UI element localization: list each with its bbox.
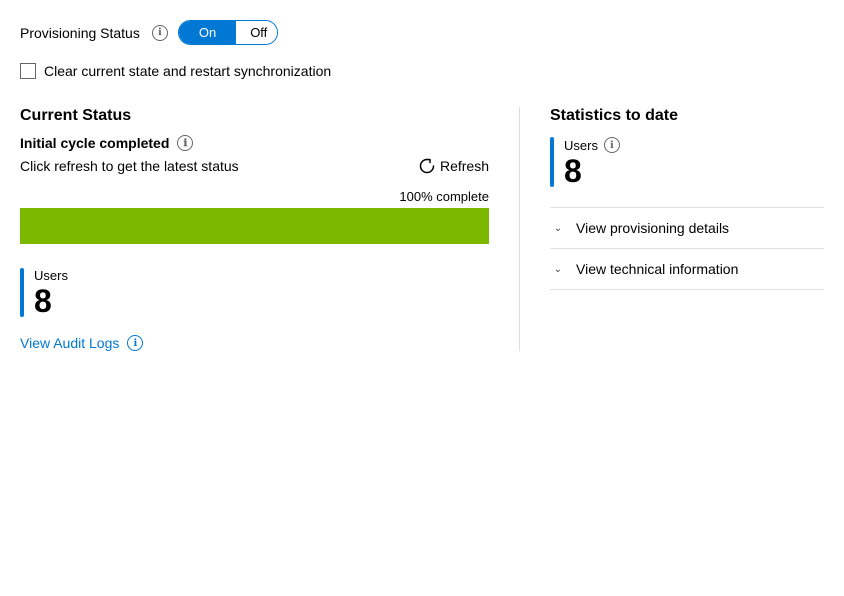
view-provisioning-details-row[interactable]: ⌄ View provisioning details [550, 207, 824, 248]
audit-logs-link[interactable]: View Audit Logs ℹ [20, 335, 489, 351]
toggle-off-option[interactable]: Off [236, 21, 278, 44]
right-column: Statistics to date Users ℹ 8 ⌄ View prov… [520, 107, 824, 351]
progress-label: 100% complete [20, 189, 489, 204]
toggle-on-option[interactable]: On [179, 21, 236, 44]
audit-logs-info-icon[interactable]: ℹ [127, 335, 143, 351]
view-technical-information-label: View technical information [576, 261, 738, 277]
checkbox-row: Clear current state and restart synchron… [20, 63, 824, 79]
progress-bar-fill [20, 208, 489, 244]
stats-title: Statistics to date [550, 107, 824, 125]
left-users-count: 8 [34, 285, 68, 317]
stats-users-info-icon[interactable]: ℹ [604, 137, 620, 153]
left-users-label: Users [34, 268, 68, 283]
initial-cycle-row: Initial cycle completed ℹ [20, 135, 489, 151]
view-provisioning-details-label: View provisioning details [576, 220, 729, 236]
refresh-button[interactable]: Refresh [418, 157, 489, 175]
right-users-bar [550, 137, 554, 187]
left-users-bar [20, 268, 24, 317]
left-users-content: Users 8 [34, 268, 68, 317]
right-users-section: Users ℹ 8 [550, 137, 824, 187]
provisioning-info-icon[interactable]: ℹ [152, 25, 168, 41]
provisioning-status-row: Provisioning Status ℹ On Off [20, 20, 824, 45]
refresh-icon [418, 157, 436, 175]
left-column: Current Status Initial cycle completed ℹ… [20, 107, 520, 351]
refresh-hint-text: Click refresh to get the latest status [20, 158, 239, 174]
left-users-section: Users 8 [20, 268, 489, 317]
right-users-content: Users ℹ 8 [564, 137, 620, 187]
initial-cycle-label: Initial cycle completed [20, 135, 169, 151]
clear-state-checkbox[interactable] [20, 63, 36, 79]
view-technical-information-row[interactable]: ⌄ View technical information [550, 248, 824, 290]
provisioning-toggle[interactable]: On Off [178, 20, 278, 45]
chevron-down-icon: ⌄ [550, 223, 566, 234]
provisioning-label: Provisioning Status [20, 25, 140, 41]
right-users-count: 8 [564, 155, 620, 187]
checkbox-label: Clear current state and restart synchron… [44, 63, 331, 79]
cycle-info-icon[interactable]: ℹ [177, 135, 193, 151]
main-content: Current Status Initial cycle completed ℹ… [20, 107, 824, 351]
current-status-title: Current Status [20, 107, 489, 125]
audit-logs-label: View Audit Logs [20, 335, 119, 351]
refresh-row: Click refresh to get the latest status R… [20, 157, 489, 175]
chevron-down-icon-2: ⌄ [550, 264, 566, 275]
right-users-label: Users ℹ [564, 137, 620, 153]
refresh-label: Refresh [440, 158, 489, 174]
progress-bar-container [20, 208, 489, 244]
